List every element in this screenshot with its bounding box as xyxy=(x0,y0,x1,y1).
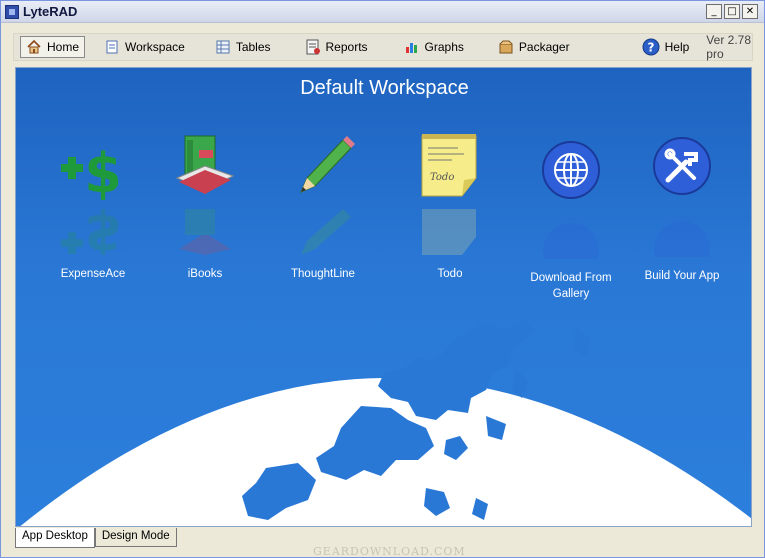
app-download-from-gallery[interactable]: Download From Gallery xyxy=(516,134,626,302)
window-title: LyteRAD xyxy=(23,4,78,19)
todo-reflection xyxy=(422,209,476,255)
tab-app-desktop[interactable]: App Desktop xyxy=(15,528,95,548)
package-icon xyxy=(499,40,513,54)
graphs-label: Graphs xyxy=(424,40,464,54)
app-label-todo: Todo xyxy=(437,268,463,280)
app-desktop-canvas: Default Workspace $ $ ExpenseAce iBooks … xyxy=(15,67,752,527)
app-ibooks[interactable]: iBooks xyxy=(150,130,260,282)
maximize-button[interactable]: □ xyxy=(724,4,740,19)
ibooks-reflection xyxy=(179,209,231,255)
document-icon xyxy=(106,40,118,54)
app-todo[interactable]: Todo Todo xyxy=(395,130,505,282)
app-label-download-gallery: Download From Gallery xyxy=(530,272,612,300)
dollar-plus-icon: $ xyxy=(61,142,122,205)
app-launcher-grid: $ $ ExpenseAce iBooks ThoughtLine Todo T… xyxy=(38,130,738,360)
svg-text:?: ? xyxy=(647,41,654,55)
tables-button[interactable]: Tables xyxy=(210,36,276,58)
app-build-your-app[interactable]: Build Your App xyxy=(627,132,737,284)
workspace-title: Default Workspace xyxy=(300,77,469,99)
home-icon xyxy=(27,39,41,54)
svg-text:$: $ xyxy=(84,209,122,255)
help-label: Help xyxy=(664,40,690,54)
reports-button[interactable]: Reports xyxy=(300,36,373,58)
app-label-expenseace: ExpenseAce xyxy=(60,268,126,280)
help-icon: ? xyxy=(642,38,660,56)
bar-chart-icon xyxy=(405,43,417,53)
main-toolbar: Home Workspace Tables Reports Graphs Pac… xyxy=(13,33,753,61)
workspace-label: Workspace xyxy=(125,40,185,54)
app-logo-icon xyxy=(5,5,19,19)
workspace-button[interactable]: Workspace xyxy=(99,36,190,58)
gallery-reflection xyxy=(543,223,599,279)
app-thoughtline[interactable]: ThoughtLine xyxy=(268,130,378,282)
tools-icon xyxy=(653,137,711,195)
expenseace-reflection: $ xyxy=(61,202,122,265)
app-expenseace[interactable]: $ $ ExpenseAce xyxy=(38,130,148,282)
packager-button[interactable]: Packager xyxy=(493,36,575,58)
app-label-thoughtline: ThoughtLine xyxy=(291,268,355,280)
title-bar[interactable]: LyteRAD _ □ ✕ xyxy=(1,1,764,23)
build-reflection xyxy=(654,221,710,277)
minimize-button[interactable]: _ xyxy=(706,4,722,19)
reports-label: Reports xyxy=(325,40,368,54)
packager-label: Packager xyxy=(518,40,570,54)
watermark-text: GEARDOWNLOAD.COM xyxy=(313,545,466,558)
app-label-build-your-app: Build Your App xyxy=(644,270,720,282)
thoughtline-reflection xyxy=(301,209,351,255)
table-icon xyxy=(216,40,230,54)
notepad-icon: Todo xyxy=(421,134,477,197)
books-icon xyxy=(175,135,235,194)
home-button[interactable]: Home xyxy=(20,36,86,58)
pencil-icon xyxy=(300,136,355,193)
svg-text:$: $ xyxy=(84,142,122,202)
app-window: LyteRAD _ □ ✕ Home Workspace Tables Repo… xyxy=(0,0,765,558)
version-label: Ver 2.78 pro xyxy=(706,33,751,61)
mode-tabs: App Desktop Design Mode xyxy=(15,528,177,548)
tables-label: Tables xyxy=(235,40,271,54)
graphs-button[interactable]: Graphs xyxy=(399,36,469,58)
window-controls: _ □ ✕ xyxy=(706,4,758,19)
tab-design-mode[interactable]: Design Mode xyxy=(94,528,177,547)
globe-icon xyxy=(542,141,600,199)
close-button[interactable]: ✕ xyxy=(742,4,758,19)
svg-text:Todo: Todo xyxy=(430,172,454,183)
app-label-ibooks: iBooks xyxy=(187,268,223,280)
help-button[interactable]: ? Help xyxy=(637,36,695,58)
report-icon xyxy=(306,39,320,55)
home-label: Home xyxy=(47,40,80,54)
